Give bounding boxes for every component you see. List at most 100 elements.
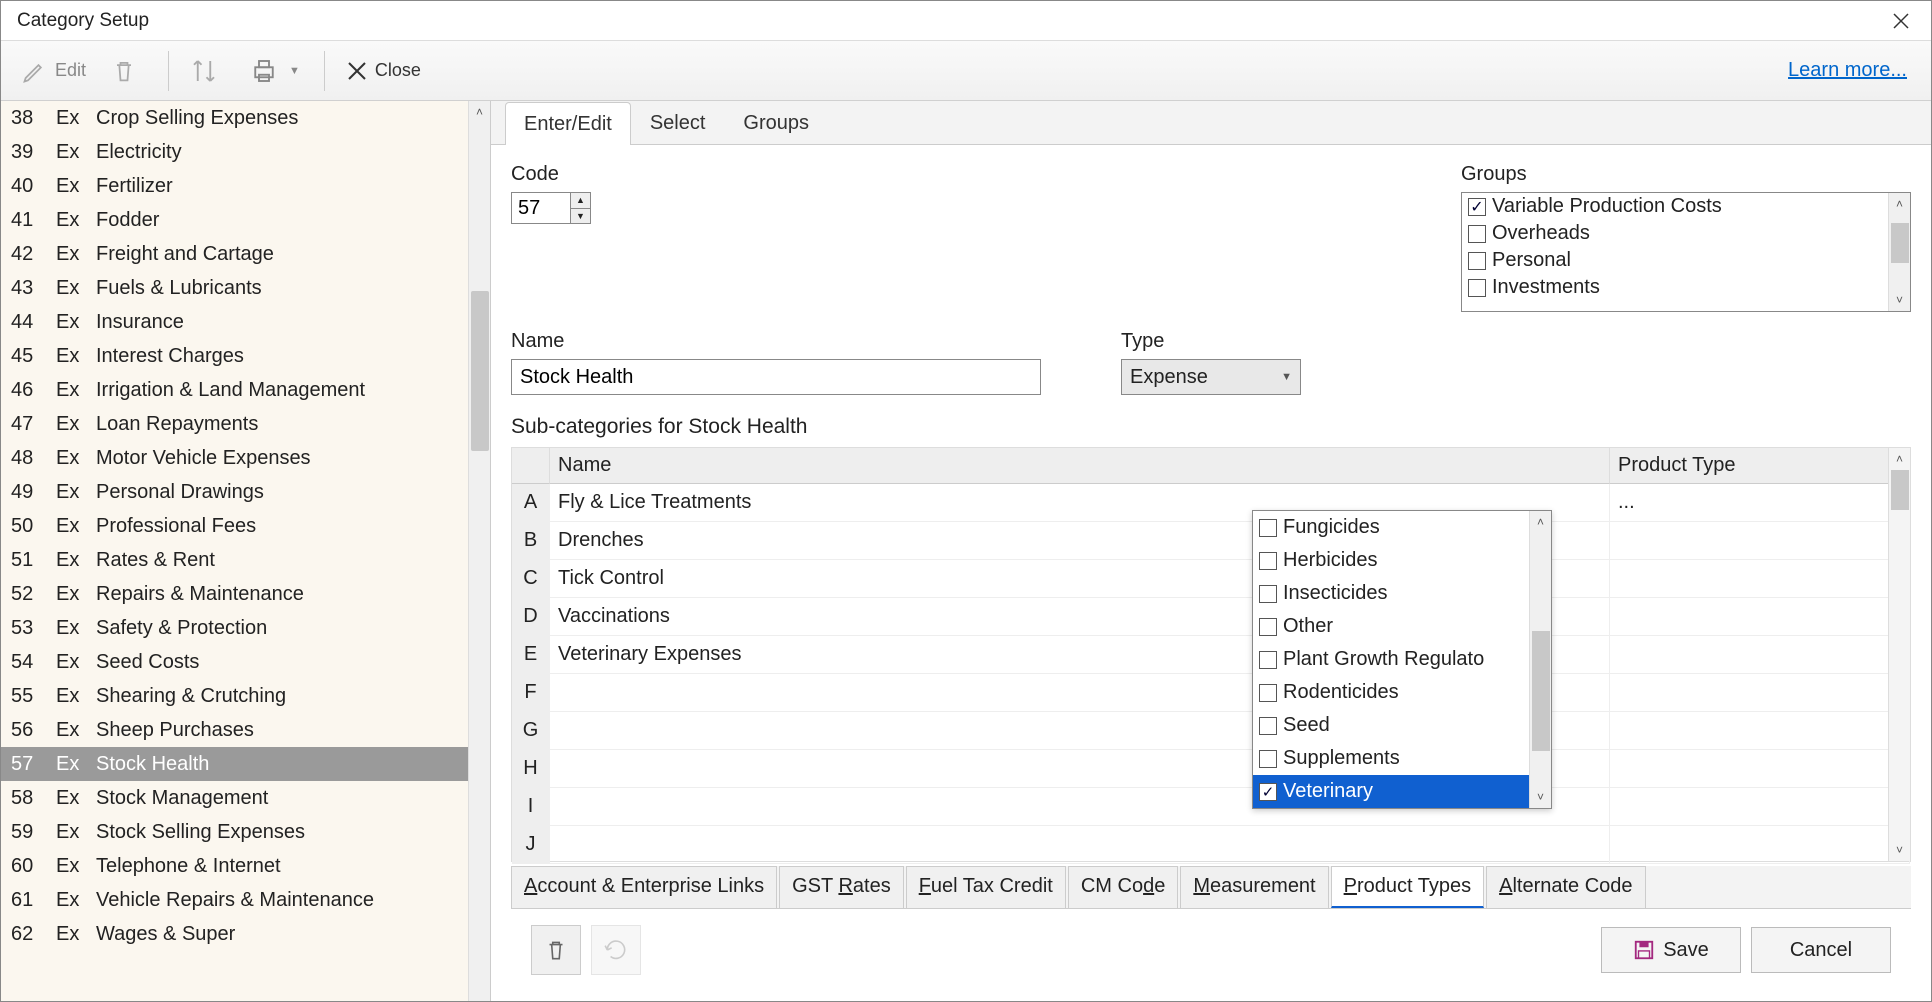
cancel-button[interactable]: Cancel (1751, 927, 1891, 973)
category-list[interactable]: 38ExCrop Selling Expenses39ExElectricity… (1, 101, 490, 1001)
sidebar-item-43[interactable]: 43ExFuels & Lubricants (1, 271, 490, 305)
sidebar-item-62[interactable]: 62ExWages & Super (1, 917, 490, 951)
subcat-producttype-cell[interactable] (1610, 750, 1910, 788)
delete-subcategory-button[interactable] (531, 925, 581, 975)
subcat-producttype-cell[interactable] (1610, 712, 1910, 750)
checkbox-icon[interactable] (1259, 783, 1277, 801)
bottom-tab[interactable]: CM Code (1068, 866, 1178, 908)
sidebar-item-44[interactable]: 44ExInsurance (1, 305, 490, 339)
sidebar-item-55[interactable]: 55ExShearing & Crutching (1, 679, 490, 713)
bottom-tab[interactable]: GST Rates (779, 866, 904, 908)
subcategory-grid[interactable]: NameProduct TypeAFly & Lice Treatments..… (512, 448, 1910, 864)
scroll-down-icon[interactable]: ˅ (1889, 289, 1910, 311)
sidebar-item-47[interactable]: 47ExLoan Repayments (1, 407, 490, 441)
name-header[interactable]: Name (550, 448, 1610, 484)
reorder-button[interactable] (179, 50, 235, 92)
subgrid-scrollbar[interactable]: ˄ ˅ (1888, 448, 1910, 861)
checkbox-icon[interactable] (1259, 717, 1277, 735)
checkbox-icon[interactable] (1259, 750, 1277, 768)
spinner-down-icon[interactable]: ▼ (571, 209, 590, 224)
subcat-name-cell[interactable] (550, 826, 1610, 864)
checkbox-icon[interactable] (1259, 552, 1277, 570)
product-type-header[interactable]: Product Type (1610, 448, 1910, 484)
sidebar-item-46[interactable]: 46ExIrrigation & Land Management (1, 373, 490, 407)
checkbox-icon[interactable] (1259, 519, 1277, 537)
product-type-popup[interactable]: FungicidesHerbicidesInsecticidesOtherPla… (1252, 510, 1552, 809)
subcat-producttype-cell[interactable] (1610, 674, 1910, 712)
type-select[interactable]: Expense ▼ (1121, 359, 1301, 395)
group-option[interactable]: Investments (1462, 274, 1910, 301)
sidebar-item-48[interactable]: 48ExMotor Vehicle Expenses (1, 441, 490, 475)
scroll-up-icon[interactable]: ˄ (469, 101, 490, 123)
sidebar-item-45[interactable]: 45ExInterest Charges (1, 339, 490, 373)
subcat-producttype-cell[interactable] (1610, 522, 1910, 560)
product-type-option[interactable]: Plant Growth Regulato (1253, 643, 1551, 676)
product-type-option[interactable]: Rodenticides (1253, 676, 1551, 709)
sidebar-item-39[interactable]: 39ExElectricity (1, 135, 490, 169)
scroll-thumb[interactable] (471, 291, 489, 451)
scroll-thumb[interactable] (1891, 470, 1909, 510)
sidebar-item-58[interactable]: 58ExStock Management (1, 781, 490, 815)
product-type-option[interactable]: Other (1253, 610, 1551, 643)
sidebar-item-54[interactable]: 54ExSeed Costs (1, 645, 490, 679)
product-type-option[interactable]: Fungicides (1253, 511, 1551, 544)
sidebar-item-50[interactable]: 50ExProfessional Fees (1, 509, 490, 543)
checkbox-icon[interactable] (1468, 225, 1486, 243)
bottom-tab[interactable]: Alternate Code (1486, 866, 1645, 908)
checkbox-icon[interactable] (1468, 279, 1486, 297)
subcat-producttype-cell[interactable] (1610, 826, 1910, 864)
group-option[interactable]: Overheads (1462, 220, 1910, 247)
tab-enter-edit[interactable]: Enter/Edit (505, 102, 631, 145)
sidebar-item-38[interactable]: 38ExCrop Selling Expenses (1, 101, 490, 135)
sidebar-item-42[interactable]: 42ExFreight and Cartage (1, 237, 490, 271)
close-button[interactable]: Close (335, 53, 431, 89)
groups-scrollbar[interactable]: ˄ ˅ (1888, 193, 1910, 311)
tab-groups[interactable]: Groups (724, 101, 828, 144)
sidebar-item-51[interactable]: 51ExRates & Rent (1, 543, 490, 577)
sidebar-item-60[interactable]: 60ExTelephone & Internet (1, 849, 490, 883)
scroll-thumb[interactable] (1532, 631, 1550, 751)
bottom-tab[interactable]: Account & Enterprise Links (511, 866, 777, 908)
code-input[interactable] (511, 192, 571, 224)
bottom-tab[interactable]: Product Types (1331, 866, 1484, 908)
scroll-up-icon[interactable]: ˄ (1530, 511, 1551, 533)
name-input[interactable] (511, 359, 1041, 395)
scroll-down-icon[interactable]: ˅ (1889, 839, 1910, 861)
sidebar-item-53[interactable]: 53ExSafety & Protection (1, 611, 490, 645)
group-option[interactable]: Variable Production Costs (1462, 193, 1910, 220)
sidebar-item-56[interactable]: 56ExSheep Purchases (1, 713, 490, 747)
scroll-up-icon[interactable]: ˄ (1889, 193, 1910, 215)
checkbox-icon[interactable] (1468, 198, 1486, 216)
save-button[interactable]: Save (1601, 927, 1741, 973)
scroll-up-icon[interactable]: ˄ (1889, 448, 1910, 470)
checkbox-icon[interactable] (1259, 585, 1277, 603)
spinner-up-icon[interactable]: ▲ (571, 193, 590, 209)
group-option[interactable]: Personal (1462, 247, 1910, 274)
subcat-producttype-cell[interactable] (1610, 636, 1910, 674)
product-type-option[interactable]: Insecticides (1253, 577, 1551, 610)
product-type-option[interactable]: Veterinary (1253, 775, 1551, 808)
product-type-option[interactable]: Herbicides (1253, 544, 1551, 577)
subcat-producttype-cell[interactable] (1610, 598, 1910, 636)
learn-more-link[interactable]: Learn more... (1788, 59, 1921, 82)
code-spinner[interactable]: ▲ ▼ (571, 192, 591, 224)
subcat-producttype-cell[interactable] (1610, 560, 1910, 598)
checkbox-icon[interactable] (1468, 252, 1486, 270)
print-button[interactable]: ▼ (239, 50, 310, 92)
sidebar-item-61[interactable]: 61ExVehicle Repairs & Maintenance (1, 883, 490, 917)
sidebar-item-41[interactable]: 41ExFodder (1, 203, 490, 237)
window-close-button[interactable] (1881, 1, 1921, 41)
tab-select[interactable]: Select (631, 101, 725, 144)
popup-scrollbar[interactable]: ˄ ˅ (1529, 511, 1551, 808)
edit-button[interactable]: Edit (11, 51, 96, 91)
checkbox-icon[interactable] (1259, 651, 1277, 669)
sidebar-item-59[interactable]: 59ExStock Selling Expenses (1, 815, 490, 849)
delete-button[interactable] (100, 51, 154, 91)
scroll-thumb[interactable] (1891, 223, 1909, 263)
subcat-producttype-cell[interactable]: ... (1610, 484, 1910, 522)
bottom-tab[interactable]: Measurement (1180, 866, 1328, 908)
bottom-tab[interactable]: Fuel Tax Credit (906, 866, 1066, 908)
subcat-producttype-cell[interactable] (1610, 788, 1910, 826)
checkbox-icon[interactable] (1259, 618, 1277, 636)
product-type-option[interactable]: Supplements (1253, 742, 1551, 775)
